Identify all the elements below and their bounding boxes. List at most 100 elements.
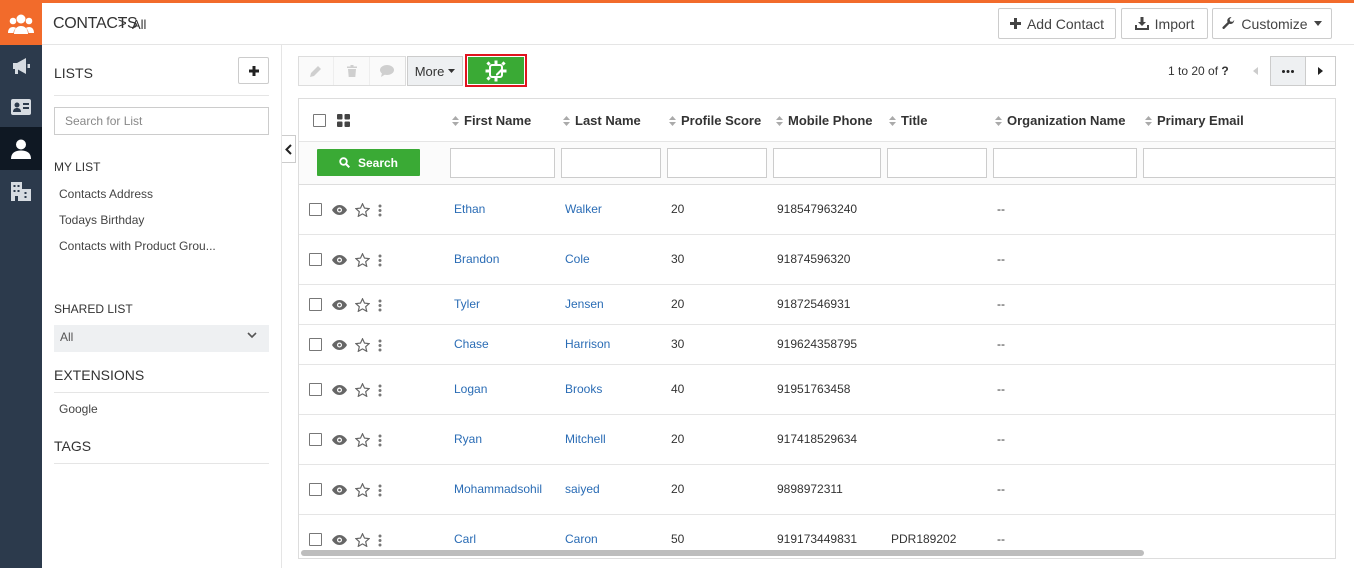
kebab-menu-icon[interactable] [378, 434, 382, 447]
page-jump-button[interactable] [1270, 56, 1306, 86]
column-header-profile-score[interactable]: Profile Score [669, 113, 761, 128]
star-icon[interactable] [355, 483, 370, 497]
star-icon[interactable] [355, 533, 370, 547]
cell-first-name[interactable]: Carl [454, 532, 476, 546]
cell-first-name[interactable]: Brandon [454, 252, 499, 266]
table-row[interactable]: Brandon Cole 30 91874596320 -- [299, 235, 1335, 285]
cell-last-name[interactable]: Brooks [565, 382, 602, 396]
column-header-primary-email[interactable]: Primary Email [1145, 113, 1244, 128]
next-page-button[interactable] [1306, 56, 1336, 86]
eye-icon[interactable] [332, 385, 347, 395]
cell-last-name[interactable]: Jensen [565, 297, 604, 311]
column-header-first-name[interactable]: First Name [452, 113, 531, 128]
eye-icon[interactable] [332, 535, 347, 545]
eye-icon[interactable] [332, 435, 347, 445]
cell-last-name[interactable]: Harrison [565, 337, 610, 351]
previous-page-button[interactable] [1240, 56, 1270, 86]
person-icon[interactable] [0, 127, 42, 170]
cell-mobile-phone: 918547963240 [777, 202, 858, 216]
star-icon[interactable] [355, 298, 370, 312]
comment-button[interactable] [370, 57, 405, 85]
kebab-menu-icon[interactable] [378, 339, 382, 352]
filter-primary-email[interactable] [1143, 148, 1335, 178]
collapse-panel-button[interactable] [282, 135, 296, 163]
list-item-contacts-address[interactable]: Contacts Address [59, 187, 229, 201]
eye-icon[interactable] [332, 255, 347, 265]
megaphone-icon[interactable] [0, 45, 42, 86]
cell-first-name[interactable]: Tyler [454, 297, 480, 311]
delete-button[interactable] [334, 57, 370, 85]
kebab-menu-icon[interactable] [378, 534, 382, 547]
eye-icon[interactable] [332, 340, 347, 350]
edit-button[interactable] [299, 57, 335, 85]
building-icon[interactable] [0, 170, 42, 211]
row-checkbox[interactable] [309, 253, 322, 266]
star-icon[interactable] [355, 383, 370, 397]
grid-view-icon[interactable] [337, 114, 350, 127]
kebab-menu-icon[interactable] [378, 204, 382, 217]
filter-first-name[interactable] [450, 148, 555, 178]
filter-organization-name[interactable] [993, 148, 1137, 178]
more-actions-button[interactable]: More [407, 56, 463, 86]
cell-first-name[interactable]: Ethan [454, 202, 485, 216]
table-row[interactable]: Ryan Mitchell 20 917418529634 -- [299, 415, 1335, 465]
cell-last-name[interactable]: Caron [565, 532, 598, 546]
cell-last-name[interactable]: saiyed [565, 482, 600, 496]
add-contact-button[interactable]: Add Contact [998, 8, 1116, 39]
extension-item-google[interactable]: Google [59, 402, 229, 416]
cell-first-name[interactable]: Mohammadsohil [454, 482, 542, 496]
eye-icon[interactable] [332, 300, 347, 310]
row-checkbox[interactable] [309, 203, 322, 216]
eye-icon[interactable] [332, 485, 347, 495]
kebab-menu-icon[interactable] [378, 254, 382, 267]
filter-profile-score[interactable] [667, 148, 767, 178]
list-item-todays-birthday[interactable]: Todays Birthday [59, 213, 229, 227]
cell-first-name[interactable]: Logan [454, 382, 487, 396]
filter-mobile-phone[interactable] [773, 148, 881, 178]
cell-first-name[interactable]: Ryan [454, 432, 482, 446]
filter-last-name[interactable] [561, 148, 661, 178]
add-list-button[interactable] [238, 57, 269, 84]
pager-total[interactable]: ? [1221, 64, 1228, 78]
table-row[interactable]: Chase Harrison 30 919624358795 -- [299, 325, 1335, 365]
column-header-mobile-phone[interactable]: Mobile Phone [776, 113, 873, 128]
cell-last-name[interactable]: Walker [565, 202, 602, 216]
kebab-menu-icon[interactable] [378, 299, 382, 312]
table-row[interactable]: Tyler Jensen 20 91872546931 -- [299, 285, 1335, 325]
select-all-checkbox[interactable] [313, 114, 326, 127]
kebab-menu-icon[interactable] [378, 484, 382, 497]
eye-icon[interactable] [332, 205, 347, 215]
column-header-last-name[interactable]: Last Name [563, 113, 641, 128]
shared-list-select[interactable]: All [54, 325, 269, 352]
list-item-product-group[interactable]: Contacts with Product Grou... [59, 239, 229, 253]
cell-last-name[interactable]: Cole [565, 252, 590, 266]
star-icon[interactable] [355, 433, 370, 447]
filter-title[interactable] [887, 148, 987, 178]
cell-last-name[interactable]: Mitchell [565, 432, 606, 446]
search-button[interactable]: Search [317, 149, 420, 176]
users-logo-icon[interactable] [0, 3, 42, 45]
contact-card-icon[interactable] [0, 86, 42, 127]
table-row[interactable]: Logan Brooks 40 91951763458 -- [299, 365, 1335, 415]
star-icon[interactable] [355, 253, 370, 267]
settings-chip-button[interactable] [468, 57, 524, 84]
row-checkbox[interactable] [309, 433, 322, 446]
column-header-organization-name[interactable]: Organization Name [995, 113, 1125, 128]
row-checkbox[interactable] [309, 533, 322, 546]
row-checkbox[interactable] [309, 483, 322, 496]
horizontal-scrollbar[interactable] [301, 550, 1144, 556]
column-header-title[interactable]: Title [889, 113, 928, 128]
import-button[interactable]: Import [1121, 8, 1208, 39]
list-search-input[interactable] [54, 107, 269, 135]
customize-button[interactable]: Customize [1212, 8, 1332, 39]
row-checkbox[interactable] [309, 338, 322, 351]
table-row[interactable]: Mohammadsohil saiyed 20 9898972311 -- [299, 465, 1335, 515]
row-checkbox[interactable] [309, 383, 322, 396]
star-icon[interactable] [355, 338, 370, 352]
kebab-menu-icon[interactable] [378, 384, 382, 397]
star-icon[interactable] [355, 203, 370, 217]
table-row[interactable]: Ethan Walker 20 918547963240 -- [299, 185, 1335, 235]
cell-first-name[interactable]: Chase [454, 337, 489, 351]
row-checkbox[interactable] [309, 298, 322, 311]
sort-icon [776, 115, 783, 126]
